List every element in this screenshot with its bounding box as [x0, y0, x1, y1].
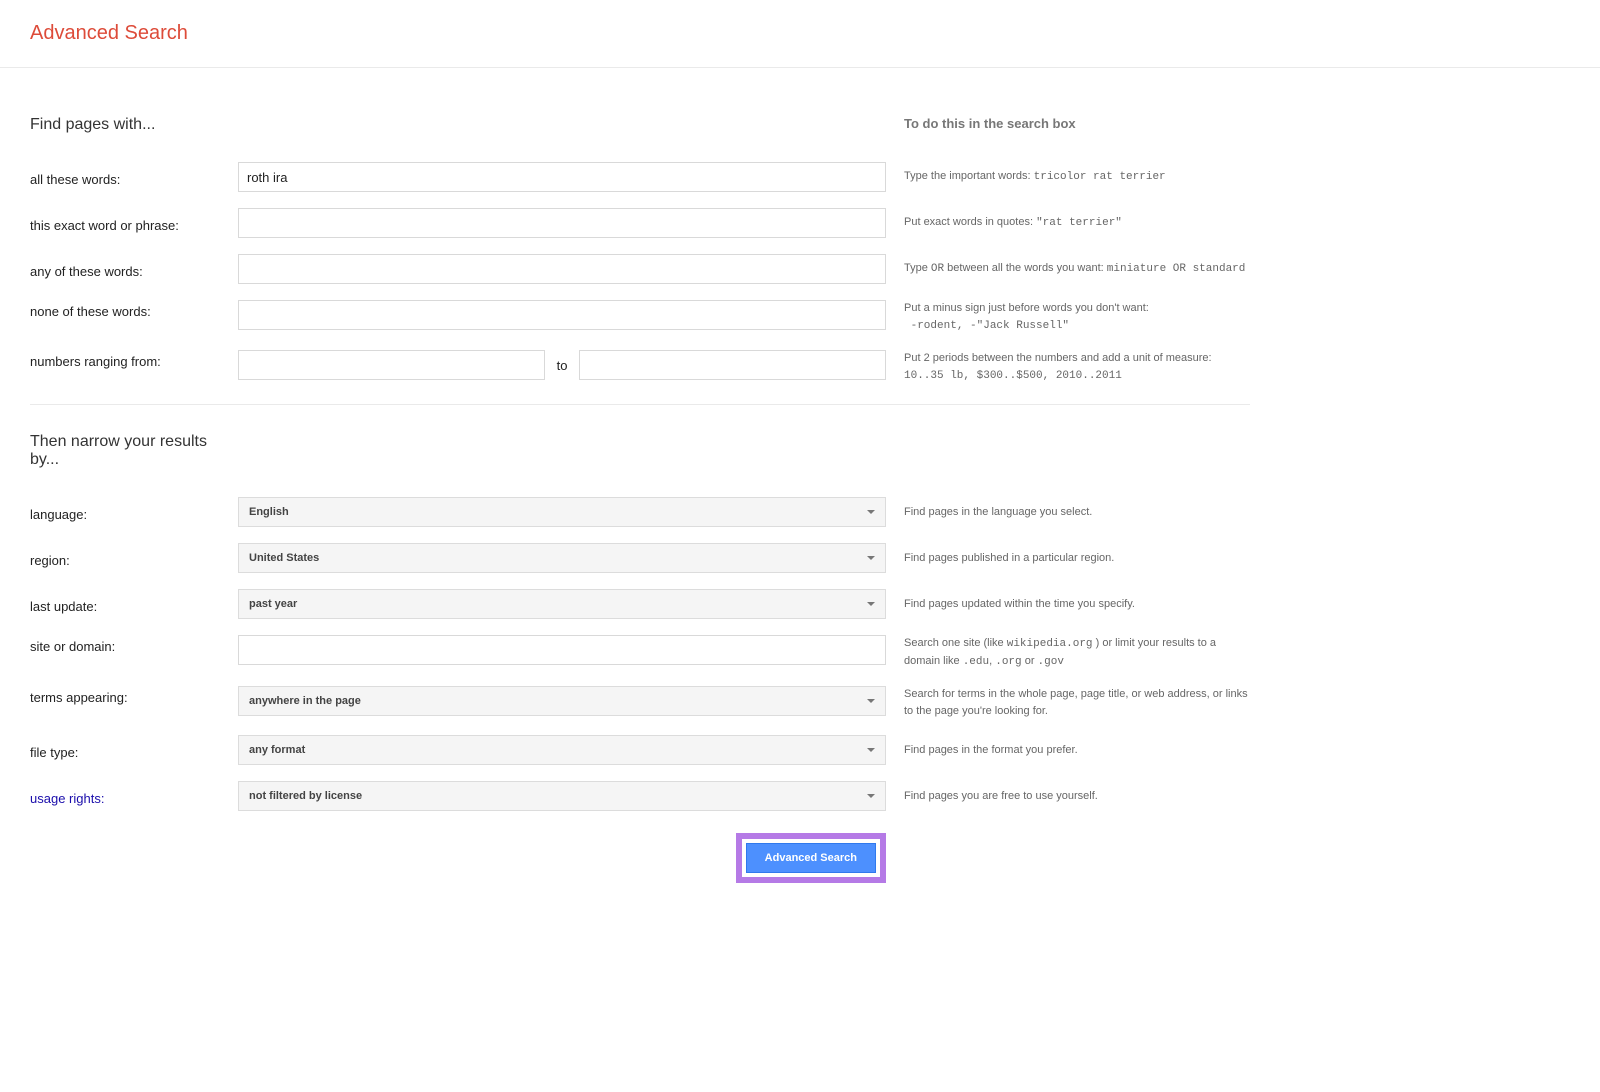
input-range-from[interactable]: [238, 350, 545, 380]
page-header: Advanced Search: [0, 0, 1600, 68]
input-range-to[interactable]: [579, 350, 886, 380]
select-file-type[interactable]: any format: [238, 735, 886, 765]
help-language: Find pages in the language you select.: [886, 504, 1250, 521]
help-exact-phrase: Put exact words in quotes: "rat terrier": [886, 214, 1250, 232]
select-language-value: English: [249, 506, 289, 518]
section1-header-row: Find pages with... To do this in the sea…: [30, 116, 1250, 162]
select-usage-rights[interactable]: not filtered by license: [238, 781, 886, 811]
help-all-words: Type the important words: tricolor rat t…: [886, 168, 1250, 186]
select-usage-rights-value: not filtered by license: [249, 790, 362, 802]
label-any-words: any of these words:: [30, 260, 238, 279]
row-last-update: last update: past year Find pages update…: [30, 589, 1250, 619]
help-site-domain: Search one site (like wikipedia.org ) or…: [886, 635, 1250, 670]
input-all-words[interactable]: [238, 162, 886, 192]
input-site-domain[interactable]: [238, 635, 886, 665]
help-region: Find pages published in a particular reg…: [886, 550, 1250, 567]
row-language: language: English Find pages in the lang…: [30, 497, 1250, 527]
help-none-words: Put a minus sign just before words you d…: [886, 300, 1250, 334]
chevron-down-icon: [867, 794, 875, 798]
input-any-words[interactable]: [238, 254, 886, 284]
row-usage-rights: usage rights: not filtered by license Fi…: [30, 781, 1250, 811]
section-divider: [30, 404, 1250, 405]
usage-rights-link[interactable]: usage rights:: [30, 791, 104, 806]
row-none-words: none of these words: Put a minus sign ju…: [30, 300, 1250, 334]
page-title: Advanced Search: [30, 22, 1600, 45]
select-terms-value: anywhere in the page: [249, 695, 361, 707]
chevron-down-icon: [867, 602, 875, 606]
highlight-frame: Advanced Search: [736, 833, 886, 883]
input-none-words[interactable]: [238, 300, 886, 330]
select-region[interactable]: United States: [238, 543, 886, 573]
row-exact-phrase: this exact word or phrase: Put exact wor…: [30, 208, 1250, 238]
label-number-range: numbers ranging from:: [30, 350, 238, 369]
section1-heading: Find pages with...: [30, 116, 240, 134]
row-terms-appearing: terms appearing: anywhere in the page Se…: [30, 686, 1250, 719]
select-terms-appearing[interactable]: anywhere in the page: [238, 686, 886, 716]
row-region: region: United States Find pages publish…: [30, 543, 1250, 573]
label-language: language:: [30, 503, 238, 522]
label-none-words: none of these words:: [30, 300, 238, 319]
row-number-range: numbers ranging from: to Put 2 periods b…: [30, 350, 1250, 384]
label-file-type: file type:: [30, 741, 238, 760]
help-file-type: Find pages in the format you prefer.: [886, 742, 1250, 759]
chevron-down-icon: [867, 699, 875, 703]
label-usage-rights: usage rights:: [30, 787, 238, 806]
select-last-update-value: past year: [249, 598, 297, 610]
label-all-words: all these words:: [30, 168, 238, 187]
help-usage-rights: Find pages you are free to use yourself.: [886, 788, 1250, 805]
section2-heading: Then narrow your results by...: [30, 433, 240, 469]
select-last-update[interactable]: past year: [238, 589, 886, 619]
row-file-type: file type: any format Find pages in the …: [30, 735, 1250, 765]
row-any-words: any of these words: Type OR between all …: [30, 254, 1250, 284]
chevron-down-icon: [867, 748, 875, 752]
input-exact-phrase[interactable]: [238, 208, 886, 238]
help-last-update: Find pages updated within the time you s…: [886, 596, 1250, 613]
main-content: Find pages with... To do this in the sea…: [0, 68, 1280, 923]
label-last-update: last update:: [30, 595, 238, 614]
advanced-search-button[interactable]: Advanced Search: [746, 843, 876, 873]
submit-row: Advanced Search: [30, 833, 886, 883]
help-any-words: Type OR between all the words you want: …: [886, 260, 1250, 278]
chevron-down-icon: [867, 510, 875, 514]
select-file-type-value: any format: [249, 744, 305, 756]
help-terms-appearing: Search for terms in the whole page, page…: [886, 686, 1250, 719]
row-site-domain: site or domain: Search one site (like wi…: [30, 635, 1250, 670]
help-number-range: Put 2 periods between the numbers and ad…: [886, 350, 1250, 384]
help-column-header: To do this in the search box: [904, 116, 1250, 131]
range-to-label: to: [557, 358, 568, 373]
label-region: region:: [30, 549, 238, 568]
label-terms-appearing: terms appearing:: [30, 686, 238, 705]
chevron-down-icon: [867, 556, 875, 560]
row-all-words: all these words: Type the important word…: [30, 162, 1250, 192]
label-exact-phrase: this exact word or phrase:: [30, 214, 238, 233]
select-language[interactable]: English: [238, 497, 886, 527]
select-region-value: United States: [249, 552, 319, 564]
label-site-domain: site or domain:: [30, 635, 238, 654]
